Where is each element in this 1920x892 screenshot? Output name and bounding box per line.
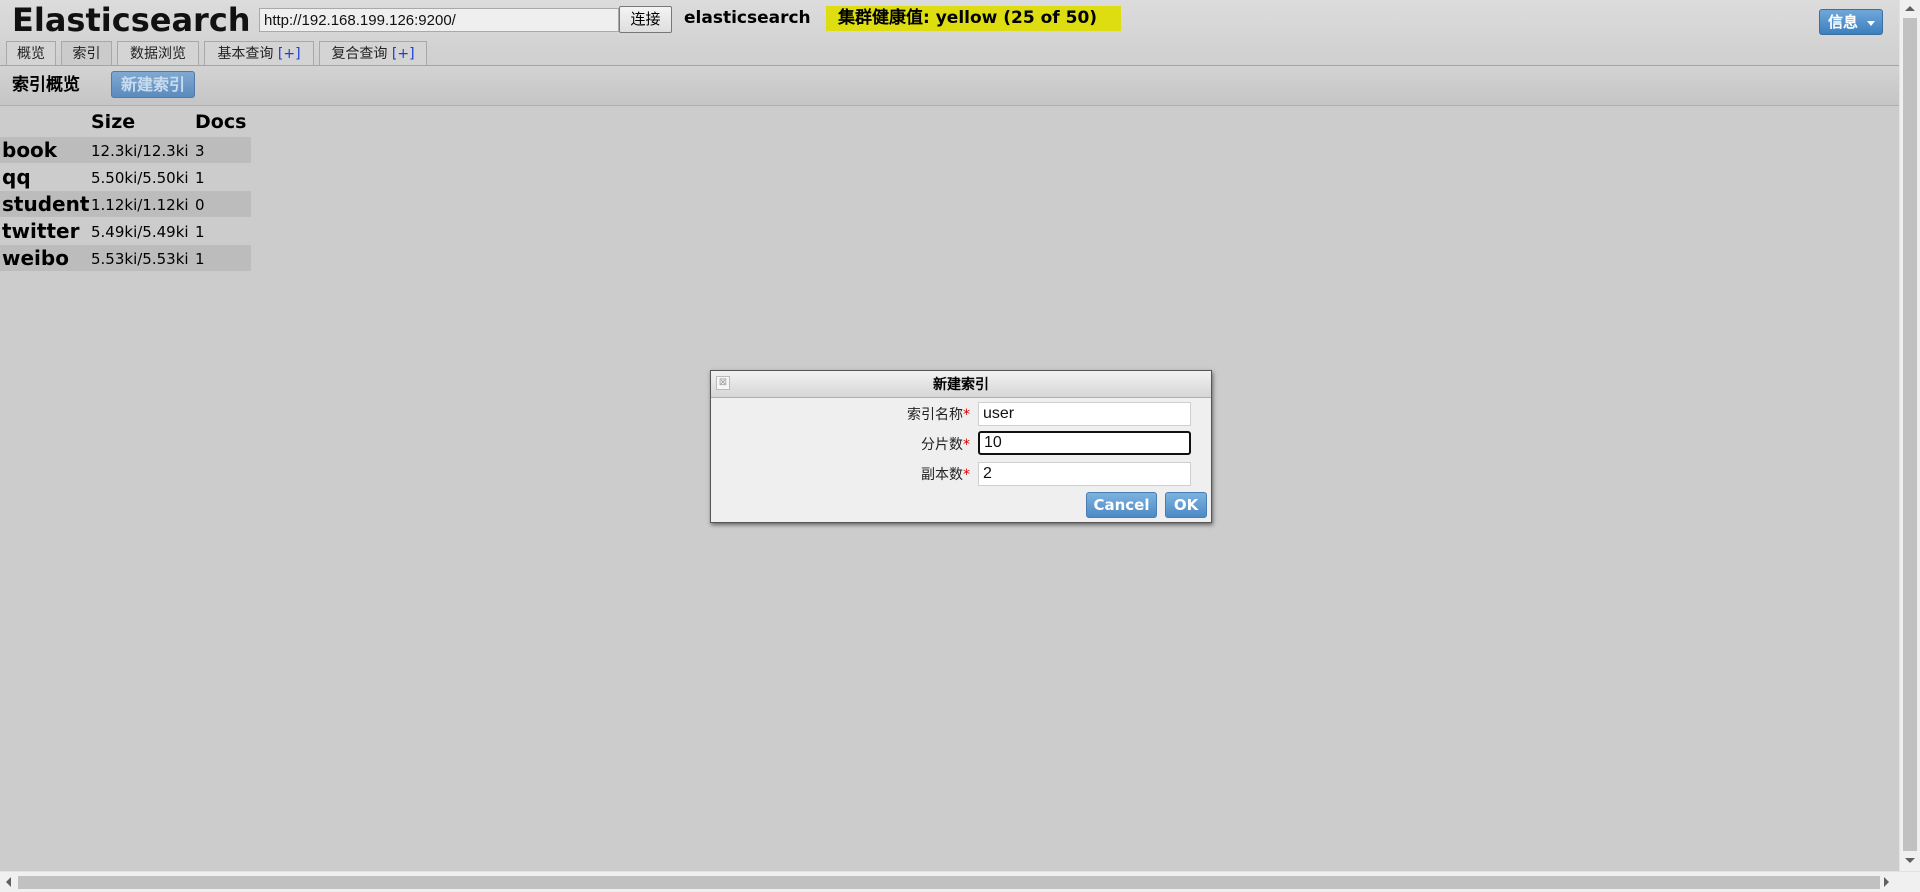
table-row: student 1.12ki/1.12ki 0: [0, 191, 251, 217]
new-index-button[interactable]: 新建索引: [111, 71, 195, 98]
index-name[interactable]: twitter: [2, 219, 79, 243]
cluster-health-badge: 集群健康值: yellow (25 of 50): [826, 6, 1121, 31]
tab-label: 复合查询: [331, 46, 392, 62]
index-size: 5.49ki/5.49ki: [91, 223, 189, 241]
info-label: 信息: [1828, 13, 1859, 31]
vertical-scrollbar[interactable]: [1899, 0, 1920, 871]
required-mark: *: [963, 407, 970, 423]
horizontal-scroll-thumb[interactable]: [18, 876, 1880, 889]
index-size: 12.3ki/12.3ki: [91, 142, 189, 160]
index-docs: 1: [195, 223, 205, 241]
tab-add-link[interactable]: [+]: [392, 46, 415, 62]
header: Elasticsearch 连接 elasticsearch 集群健康值: ye…: [0, 0, 1899, 66]
index-name[interactable]: student: [2, 192, 89, 216]
index-docs: 1: [195, 169, 205, 187]
tab-overview[interactable]: 概览: [6, 41, 56, 66]
table-row: weibo 5.53ki/5.53ki 1: [0, 245, 251, 271]
info-dropdown-button[interactable]: 信息: [1819, 9, 1883, 35]
cancel-button[interactable]: Cancel: [1086, 492, 1157, 518]
shards-input[interactable]: [978, 431, 1191, 455]
cluster-url-input[interactable]: [259, 8, 619, 32]
replicas-input[interactable]: [978, 462, 1191, 486]
index-name[interactable]: qq: [2, 165, 31, 189]
column-header-docs: Docs: [195, 111, 247, 133]
field-label-text: 副本数: [921, 467, 963, 483]
tab-label: 基本查询: [217, 46, 278, 62]
index-name-label: 索引名称*: [810, 406, 970, 424]
app-title: Elasticsearch: [12, 1, 251, 39]
dialog-title: 新建索引: [933, 377, 989, 393]
required-mark: *: [963, 467, 970, 483]
scroll-left-icon[interactable]: [6, 877, 11, 887]
index-size: 5.50ki/5.50ki: [91, 169, 189, 187]
connect-button[interactable]: 连接: [619, 6, 672, 33]
tab-indices[interactable]: 索引: [61, 41, 112, 66]
tab-label: 概览: [17, 46, 45, 62]
table-row: twitter 5.49ki/5.49ki 1: [0, 218, 251, 244]
scroll-up-icon[interactable]: [1905, 6, 1915, 11]
table-row: qq 5.50ki/5.50ki 1: [0, 164, 251, 190]
tab-label: 数据浏览: [130, 46, 186, 62]
replicas-label: 副本数*: [810, 466, 970, 484]
index-docs: 3: [195, 142, 205, 160]
cluster-name: elasticsearch: [684, 8, 811, 28]
toolbar-title: 索引概览: [12, 75, 80, 95]
tab-add-link[interactable]: [+]: [278, 46, 301, 62]
caret-down-icon: [1867, 21, 1875, 26]
index-docs: 1: [195, 250, 205, 268]
scroll-down-icon[interactable]: [1905, 858, 1915, 863]
index-size: 5.53ki/5.53ki: [91, 250, 189, 268]
field-label-text: 索引名称: [907, 407, 963, 423]
index-name-input[interactable]: [978, 402, 1191, 426]
required-mark: *: [963, 437, 970, 453]
index-name[interactable]: weibo: [2, 246, 69, 270]
table-row: book 12.3ki/12.3ki 3: [0, 137, 251, 163]
tab-label: 索引: [72, 46, 101, 62]
column-header-size: Size: [91, 111, 136, 133]
shards-label: 分片数*: [810, 436, 970, 454]
vertical-scroll-thumb[interactable]: [1903, 18, 1917, 851]
index-size: 1.12ki/1.12ki: [91, 196, 189, 214]
scroll-right-icon[interactable]: [1884, 877, 1889, 887]
tab-compound-query[interactable]: 复合查询 [+]: [319, 41, 427, 66]
create-index-dialog: ⊠ 新建索引 索引名称* 分片数* 副本数* Cancel OK: [710, 370, 1212, 523]
horizontal-scrollbar[interactable]: [0, 871, 1920, 892]
tab-basic-query[interactable]: 基本查询 [+]: [204, 41, 314, 66]
ok-button[interactable]: OK: [1165, 492, 1207, 518]
index-docs: 0: [195, 196, 205, 214]
index-name[interactable]: book: [2, 138, 57, 162]
dialog-titlebar[interactable]: ⊠ 新建索引: [711, 371, 1211, 398]
index-toolbar: 索引概览 新建索引: [0, 66, 1899, 106]
tab-browser[interactable]: 数据浏览: [117, 41, 199, 66]
field-label-text: 分片数: [921, 437, 963, 453]
